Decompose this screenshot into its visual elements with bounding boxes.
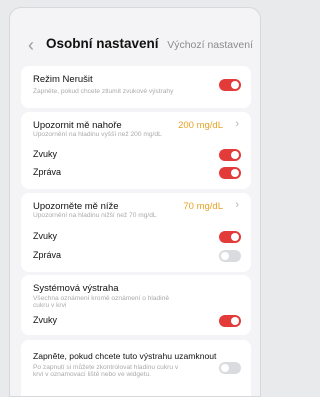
high-message-toggle[interactable] <box>219 167 241 179</box>
low-alert-subtitle: Upozornění na hladinu nižší než 70 mg/dL <box>33 212 157 219</box>
low-alert-value[interactable]: 70 mg/dL <box>183 201 223 212</box>
header: ‹ Osobní nastavení Výchozí nastavení <box>10 34 260 58</box>
toggle-knob <box>221 252 229 260</box>
toggle-knob <box>231 151 239 159</box>
high-alert-title: Upozornit mě nahoře <box>33 120 122 131</box>
low-message-label: Zpráva <box>33 250 62 260</box>
low-sound-toggle[interactable] <box>219 231 241 243</box>
system-alert-title: Systémová výstraha <box>33 283 119 294</box>
toggle-knob <box>231 169 239 177</box>
system-sound-label: Zvuky <box>33 315 58 325</box>
high-sound-label: Zvuky <box>33 149 58 159</box>
dnd-toggle[interactable] <box>219 79 241 91</box>
high-alert-card: Upozornit mě nahoře Upozornění na hladin… <box>21 112 251 189</box>
chevron-right-icon[interactable]: › <box>235 199 239 211</box>
lock-screen-subtitle-2: krvi v oznamovací liště nebo ve widgetu. <box>33 371 152 378</box>
low-message-toggle[interactable] <box>219 250 241 262</box>
reset-defaults-button[interactable]: Výchozí nastavení <box>167 39 253 51</box>
lock-screen-card: Zapněte, pokud chcete tuto výstrahu uzam… <box>21 340 251 396</box>
dnd-card: Režim Nerušit Zapněte, pokud chcete ztlu… <box>21 66 251 108</box>
high-alert-subtitle: Upozornění na hladinu vyšší než 200 mg/d… <box>33 131 162 138</box>
low-sound-label: Zvuky <box>33 231 58 241</box>
high-sound-toggle[interactable] <box>219 149 241 161</box>
toggle-knob <box>231 81 239 89</box>
low-alert-title: Upozorněte mě níže <box>33 201 119 212</box>
settings-screen: ‹ Osobní nastavení Výchozí nastavení Rež… <box>9 7 261 397</box>
low-alert-card: Upozorněte mě níže Upozornění na hladinu… <box>21 193 251 272</box>
system-sound-toggle[interactable] <box>219 315 241 327</box>
system-alert-subtitle-2: cukru v krvi <box>33 302 67 309</box>
high-message-label: Zpráva <box>33 167 62 177</box>
page-title: Osobní nastavení <box>46 36 159 51</box>
toggle-knob <box>221 364 229 372</box>
dnd-title: Režim Nerušit <box>33 74 93 85</box>
chevron-left-icon[interactable]: ‹ <box>28 35 42 55</box>
toggle-knob <box>231 317 239 325</box>
system-alert-card: Systémová výstraha Všechna oznámení krom… <box>21 275 251 335</box>
chevron-right-icon[interactable]: › <box>235 118 239 130</box>
toggle-knob <box>231 233 239 241</box>
dnd-subtitle: Zapněte, pokud chcete ztlumit zvukové vý… <box>33 88 174 95</box>
lock-screen-title: Zapněte, pokud chcete tuto výstrahu uzam… <box>33 351 217 361</box>
high-alert-value[interactable]: 200 mg/dL <box>178 120 223 131</box>
lock-screen-toggle[interactable] <box>219 362 241 374</box>
